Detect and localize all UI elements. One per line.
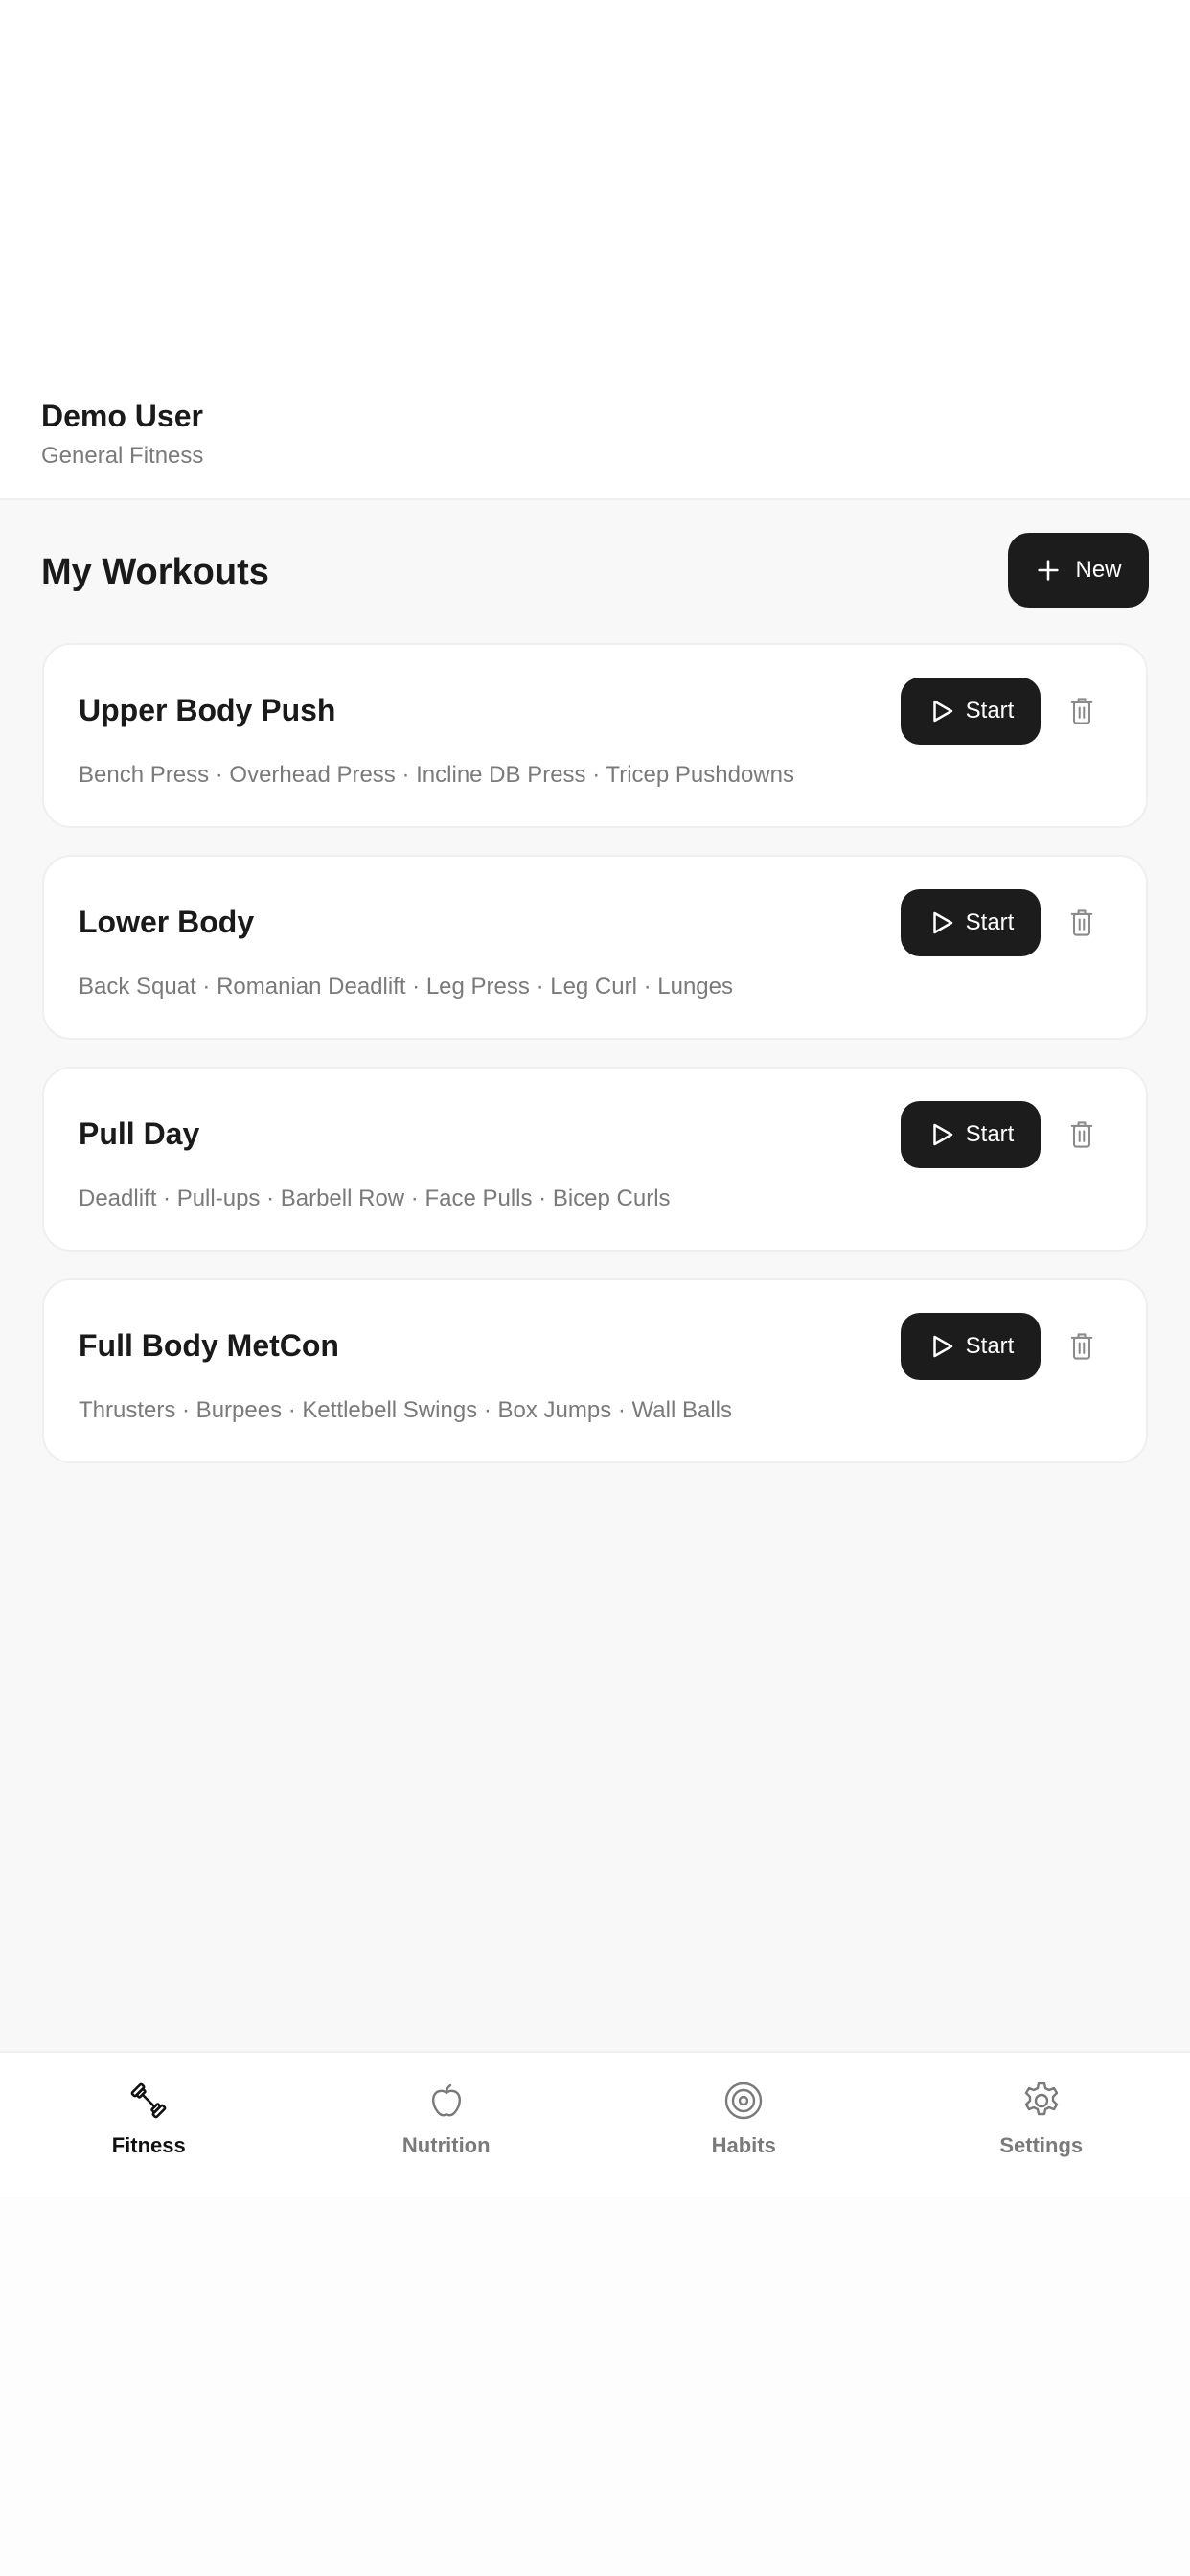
- start-button-label: Start: [965, 698, 1015, 724]
- workouts-section-header: My Workouts New: [0, 533, 1190, 610]
- workout-exercises: Bench Press · Overhead Press · Incline D…: [79, 762, 794, 788]
- new-workout-button[interactable]: New: [1008, 533, 1149, 608]
- gear-icon: [1024, 2082, 1058, 2116]
- play-icon: [932, 1335, 952, 1358]
- new-button-label: New: [1075, 557, 1122, 583]
- start-workout-button[interactable]: Start: [901, 678, 1041, 745]
- plus-icon: [1038, 560, 1060, 581]
- workout-exercises: Deadlift · Pull-ups · Barbell Row · Face…: [79, 1185, 671, 1211]
- play-icon: [932, 911, 952, 934]
- profile-header: Demo User General Fitness: [0, 364, 1190, 500]
- delete-workout-button[interactable]: [1065, 907, 1098, 939]
- apple-icon: [431, 2083, 461, 2117]
- trash-icon: [1070, 1333, 1093, 1360]
- tab-label: Settings: [999, 2133, 1084, 2157]
- workout-name: Lower Body: [79, 905, 255, 939]
- tab-label: Nutrition: [401, 2133, 491, 2157]
- user-goal: General Fitness: [41, 443, 204, 469]
- tab-label: Fitness: [111, 2133, 186, 2157]
- tab-settings[interactable]: Settings: [893, 2053, 1190, 2196]
- bottom-blank-area: [0, 2196, 1190, 2576]
- start-workout-button[interactable]: Start: [901, 1313, 1041, 1380]
- trash-icon: [1070, 1121, 1093, 1148]
- start-button-label: Start: [965, 909, 1015, 935]
- delete-workout-button[interactable]: [1065, 1330, 1098, 1363]
- start-button-label: Start: [965, 1333, 1015, 1359]
- user-name: Demo User: [41, 399, 203, 433]
- tab-label: Habits: [711, 2133, 776, 2157]
- dumbbell-icon: [130, 2082, 167, 2119]
- tab-habits[interactable]: Habits: [595, 2053, 893, 2196]
- delete-workout-button[interactable]: [1065, 695, 1098, 727]
- start-button-label: Start: [965, 1121, 1015, 1147]
- workout-name: Full Body MetCon: [79, 1328, 339, 1363]
- start-workout-button[interactable]: Start: [901, 1101, 1041, 1168]
- workout-card[interactable]: Pull Day Deadlift · Pull-ups · Barbell R…: [42, 1067, 1148, 1252]
- tab-fitness[interactable]: Fitness: [0, 2053, 298, 2196]
- workout-exercises: Thrusters · Burpees · Kettlebell Swings …: [79, 1397, 732, 1423]
- page-title: My Workouts: [41, 552, 269, 592]
- workout-exercises: Back Squat · Romanian Deadlift · Leg Pre…: [79, 974, 734, 1000]
- play-icon: [932, 1123, 952, 1146]
- target-icon: [725, 2082, 763, 2120]
- workout-card[interactable]: Upper Body Push Bench Press · Overhead P…: [42, 643, 1148, 828]
- start-workout-button[interactable]: Start: [901, 889, 1041, 956]
- workout-list: Upper Body Push Bench Press · Overhead P…: [42, 643, 1148, 1490]
- trash-icon: [1070, 909, 1093, 936]
- workout-card[interactable]: Full Body MetCon Thrusters · Burpees · K…: [42, 1278, 1148, 1463]
- app-screen: Demo User General Fitness My Workouts Ne…: [0, 0, 1190, 2196]
- workout-name: Upper Body Push: [79, 693, 336, 727]
- tab-nutrition[interactable]: Nutrition: [298, 2053, 596, 2196]
- workout-name: Pull Day: [79, 1116, 200, 1151]
- trash-icon: [1070, 698, 1093, 724]
- bottom-tab-bar: Fitness Nutrition Habits Settings: [0, 2051, 1190, 2196]
- play-icon: [932, 700, 952, 723]
- delete-workout-button[interactable]: [1065, 1118, 1098, 1151]
- top-blank-area: [0, 0, 1190, 364]
- workout-card[interactable]: Lower Body Back Squat · Romanian Deadlif…: [42, 855, 1148, 1040]
